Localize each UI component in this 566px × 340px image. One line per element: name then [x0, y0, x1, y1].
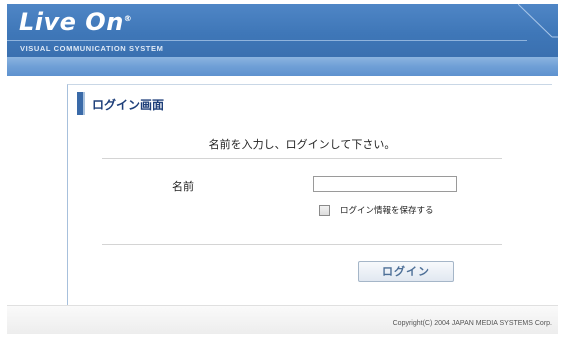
- login-instruction: 名前を入力し、ログインして下さい。: [208, 138, 396, 151]
- divider-top: [102, 158, 502, 159]
- name-input[interactable]: [313, 176, 457, 192]
- header-corner-decoration: [518, 4, 558, 38]
- copyright-text: Copyright(C) 2004 JAPAN MEDIA SYSTEMS Co…: [392, 320, 552, 327]
- divider-bottom: [102, 244, 502, 245]
- logo-text: Live On: [19, 8, 124, 36]
- title-accent-light: [83, 92, 85, 115]
- footer: Copyright(C) 2004 JAPAN MEDIA SYSTEMS Co…: [7, 305, 558, 334]
- remember-login-label[interactable]: ログイン情報を保存する: [340, 204, 434, 216]
- login-panel: [67, 84, 552, 305]
- header-divider: [7, 40, 527, 41]
- name-label: 名前: [172, 180, 194, 193]
- nav-bar: [7, 57, 558, 76]
- liveon-logo: Live On®: [19, 8, 133, 36]
- login-button[interactable]: ログイン: [358, 261, 454, 282]
- app-header: Live On® VISUAL COMMUNICATION SYSTEM: [7, 4, 558, 57]
- remember-login-checkbox[interactable]: [319, 205, 330, 216]
- app-subtitle: VISUAL COMMUNICATION SYSTEM: [20, 44, 164, 53]
- page-title: ログイン画面: [92, 98, 165, 112]
